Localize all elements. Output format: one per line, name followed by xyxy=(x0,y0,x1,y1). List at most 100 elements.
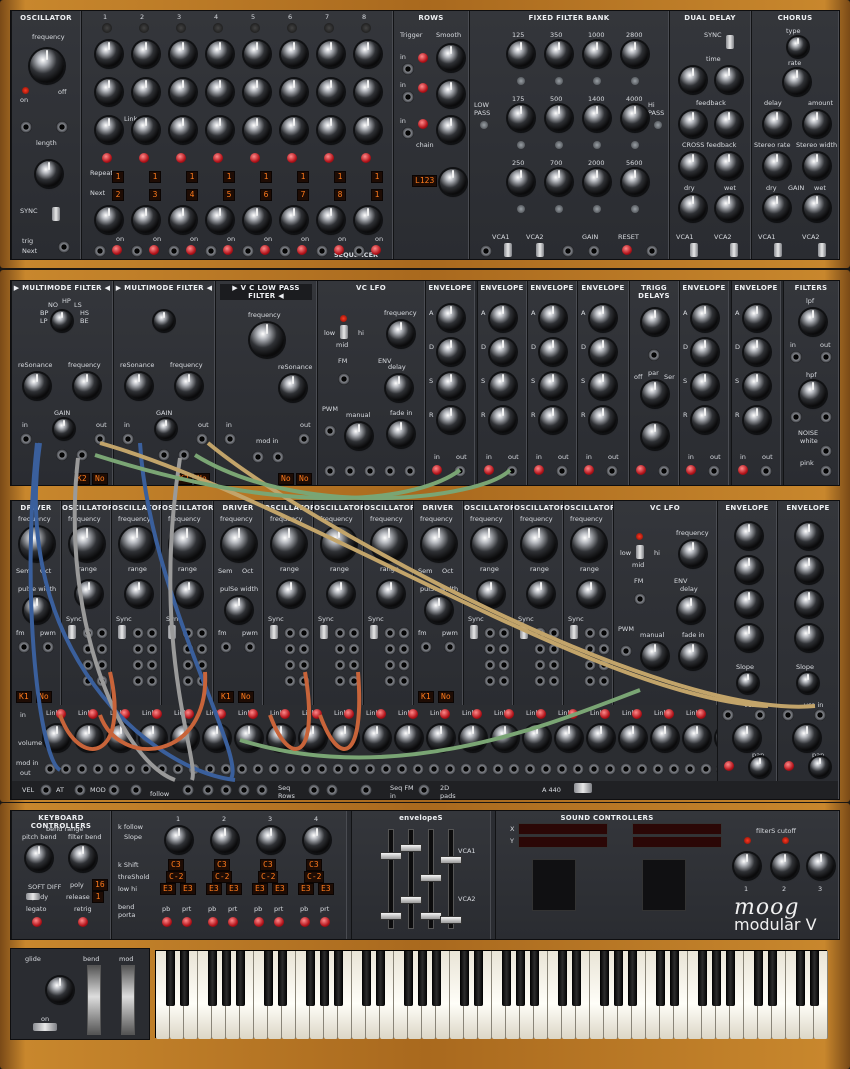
mode-display[interactable]: No xyxy=(438,691,454,703)
step-knob[interactable] xyxy=(355,41,381,67)
jack[interactable] xyxy=(548,627,560,639)
jack[interactable] xyxy=(668,763,680,775)
trig-delay-1-knob[interactable] xyxy=(642,309,668,335)
lfo-manual-knob[interactable] xyxy=(642,643,668,669)
sync-toggle[interactable] xyxy=(52,207,60,221)
step-button[interactable] xyxy=(324,23,334,33)
step-knob[interactable] xyxy=(281,79,307,105)
jack[interactable] xyxy=(96,659,108,671)
step-on-button[interactable] xyxy=(223,245,233,255)
env-attack-slider[interactable] xyxy=(380,829,402,929)
jack[interactable] xyxy=(658,465,670,477)
black-key[interactable] xyxy=(179,951,189,1006)
envelope-knob[interactable] xyxy=(540,407,566,433)
jack[interactable] xyxy=(196,433,208,445)
black-key[interactable] xyxy=(655,951,665,1006)
filter-mode-selector-knob[interactable] xyxy=(52,311,72,331)
filter-bend-range-knob[interactable] xyxy=(70,845,96,871)
jack[interactable] xyxy=(684,763,696,775)
envelope-knob[interactable] xyxy=(744,339,770,365)
step-button[interactable] xyxy=(250,23,260,33)
pitch-bend-button[interactable] xyxy=(300,917,310,927)
cutoff-2-knob[interactable] xyxy=(772,853,798,879)
step-on-button[interactable] xyxy=(371,245,381,255)
jack[interactable] xyxy=(44,763,56,775)
volume-knob[interactable] xyxy=(396,725,422,751)
mm1-resonance-knob[interactable] xyxy=(24,373,50,399)
jack[interactable] xyxy=(18,641,30,653)
jack[interactable] xyxy=(404,465,416,477)
envelope-knob[interactable] xyxy=(590,339,616,365)
step-knob[interactable] xyxy=(318,41,344,67)
jack[interactable] xyxy=(534,675,546,687)
vca-button[interactable] xyxy=(784,761,794,771)
jack[interactable] xyxy=(360,784,372,796)
jack[interactable] xyxy=(584,675,596,687)
black-key[interactable] xyxy=(571,951,581,1006)
jack[interactable] xyxy=(188,763,200,775)
feedback-left-knob[interactable] xyxy=(680,111,706,137)
range-knob[interactable] xyxy=(278,581,304,607)
link-button[interactable] xyxy=(376,709,386,719)
jack[interactable] xyxy=(402,127,414,139)
jack[interactable] xyxy=(562,245,574,257)
black-key[interactable] xyxy=(333,951,343,1006)
mm2-resonance-knob[interactable] xyxy=(126,373,152,399)
jack[interactable] xyxy=(298,675,310,687)
step-knob[interactable] xyxy=(355,207,381,233)
envelope-trigger-button[interactable] xyxy=(738,465,748,475)
black-key[interactable] xyxy=(501,951,511,1006)
black-key[interactable] xyxy=(235,951,245,1006)
porta-button[interactable] xyxy=(182,917,192,927)
a440-switch[interactable] xyxy=(574,783,592,793)
step-knob[interactable] xyxy=(133,79,159,105)
jack[interactable] xyxy=(122,433,134,445)
step-knob[interactable] xyxy=(207,79,233,105)
env-sustain-slider[interactable] xyxy=(420,829,442,929)
jack[interactable] xyxy=(584,643,596,655)
filter-band-knob[interactable] xyxy=(622,169,648,195)
jack[interactable] xyxy=(196,659,208,671)
jack[interactable] xyxy=(130,784,142,796)
jack[interactable] xyxy=(498,643,510,655)
jack[interactable] xyxy=(396,763,408,775)
hi-display[interactable]: E3 xyxy=(226,883,242,895)
jack[interactable] xyxy=(96,675,108,687)
jack[interactable] xyxy=(96,627,108,639)
jack[interactable] xyxy=(598,675,610,687)
jack[interactable] xyxy=(584,627,596,639)
next-display[interactable]: 7 xyxy=(297,189,309,201)
filter-mode-selector-knob[interactable] xyxy=(154,311,174,331)
reset-button[interactable] xyxy=(622,245,632,255)
filter-band-knob[interactable] xyxy=(584,169,610,195)
jack[interactable] xyxy=(556,763,568,775)
filter-band-knob[interactable] xyxy=(508,41,534,67)
step-on-button[interactable] xyxy=(260,245,270,255)
jack[interactable] xyxy=(548,643,560,655)
frequency-knob[interactable] xyxy=(522,527,556,561)
frequency-knob[interactable] xyxy=(572,527,606,561)
envelope-knob[interactable] xyxy=(736,557,762,583)
y-controller-bar[interactable] xyxy=(518,836,608,848)
range-knob[interactable] xyxy=(378,581,404,607)
frequency-knob[interactable] xyxy=(422,527,456,561)
link-button[interactable] xyxy=(176,153,186,163)
volume-knob[interactable] xyxy=(492,725,518,751)
link-button[interactable] xyxy=(632,709,642,719)
sync-switch[interactable] xyxy=(320,625,328,639)
jack[interactable] xyxy=(20,433,32,445)
porta-button[interactable] xyxy=(274,917,284,927)
jack[interactable] xyxy=(814,709,826,721)
chorus-vca1-toggle[interactable] xyxy=(774,243,782,257)
jack[interactable] xyxy=(820,411,832,423)
jack[interactable] xyxy=(40,784,52,796)
glide-on-switch[interactable] xyxy=(33,1023,57,1031)
jack[interactable] xyxy=(205,245,217,257)
chorus-amount-knob[interactable] xyxy=(804,111,830,137)
jack[interactable] xyxy=(334,675,346,687)
sync-switch[interactable] xyxy=(118,625,126,639)
jack[interactable] xyxy=(334,643,346,655)
lfo-delay-knob[interactable] xyxy=(678,597,704,623)
x-controller-bar[interactable] xyxy=(518,823,608,835)
jack[interactable] xyxy=(146,627,158,639)
